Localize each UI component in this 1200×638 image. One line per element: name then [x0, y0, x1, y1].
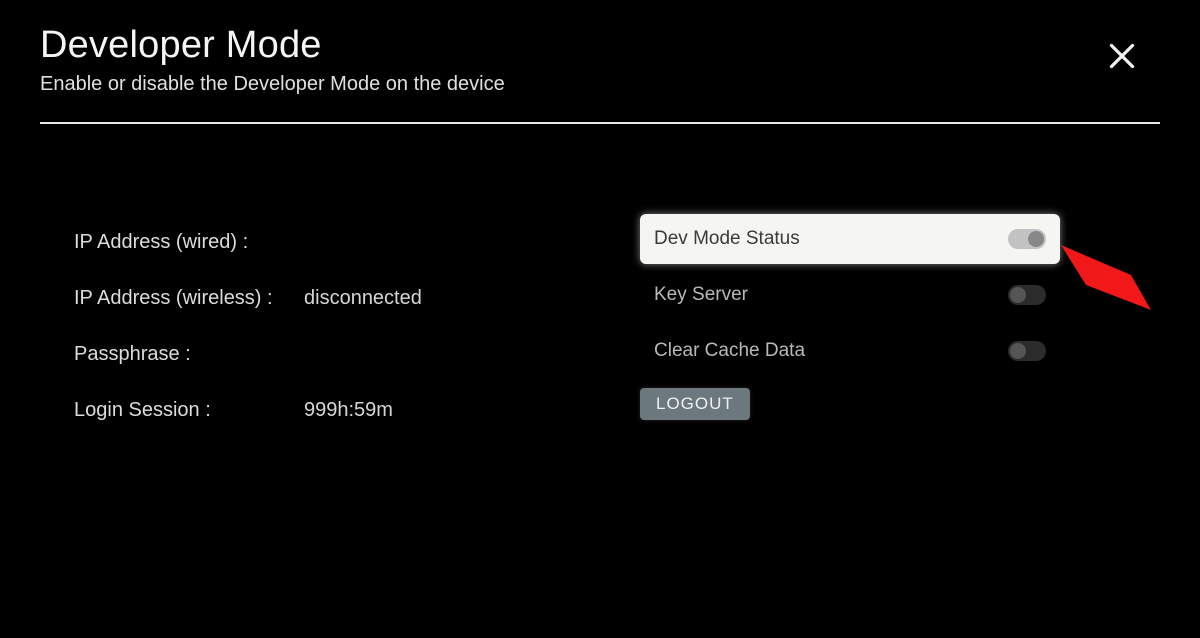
passphrase-label: Passphrase : — [74, 343, 304, 366]
header: Developer Mode Enable or disable the Dev… — [40, 24, 1160, 96]
dev-mode-status-toggle[interactable] — [1008, 229, 1046, 249]
ip-wired-row: IP Address (wired) : — [74, 214, 600, 270]
clear-cache-row[interactable]: Clear Cache Data — [640, 326, 1060, 376]
ip-wireless-row: IP Address (wireless) : disconnected — [74, 270, 600, 326]
network-info-panel: IP Address (wired) : IP Address (wireles… — [40, 214, 600, 438]
dev-mode-status-label: Dev Mode Status — [654, 228, 800, 250]
ip-wired-label: IP Address (wired) : — [74, 231, 304, 254]
key-server-label: Key Server — [654, 284, 748, 306]
logout-button-label: LOGOUT — [656, 394, 734, 413]
close-icon — [1104, 38, 1140, 74]
passphrase-row: Passphrase : — [74, 326, 600, 382]
login-session-row: Login Session : 999h:59m — [74, 382, 600, 438]
clear-cache-toggle[interactable] — [1008, 341, 1046, 361]
page-title: Developer Mode — [40, 24, 1160, 67]
login-session-value: 999h:59m — [304, 399, 393, 422]
dev-mode-status-row[interactable]: Dev Mode Status — [640, 214, 1060, 264]
login-session-label: Login Session : — [74, 399, 304, 422]
logout-button[interactable]: LOGOUT — [640, 388, 750, 420]
key-server-row[interactable]: Key Server — [640, 270, 1060, 320]
ip-wireless-label: IP Address (wireless) : — [74, 287, 304, 310]
ip-wireless-value: disconnected — [304, 287, 422, 310]
close-button[interactable] — [1104, 38, 1140, 74]
header-divider — [40, 122, 1160, 124]
key-server-toggle[interactable] — [1008, 285, 1046, 305]
clear-cache-label: Clear Cache Data — [654, 340, 805, 362]
settings-panel: Dev Mode Status Key Server Clear Cache D… — [640, 214, 1060, 438]
page-subtitle: Enable or disable the Developer Mode on … — [40, 73, 1160, 96]
